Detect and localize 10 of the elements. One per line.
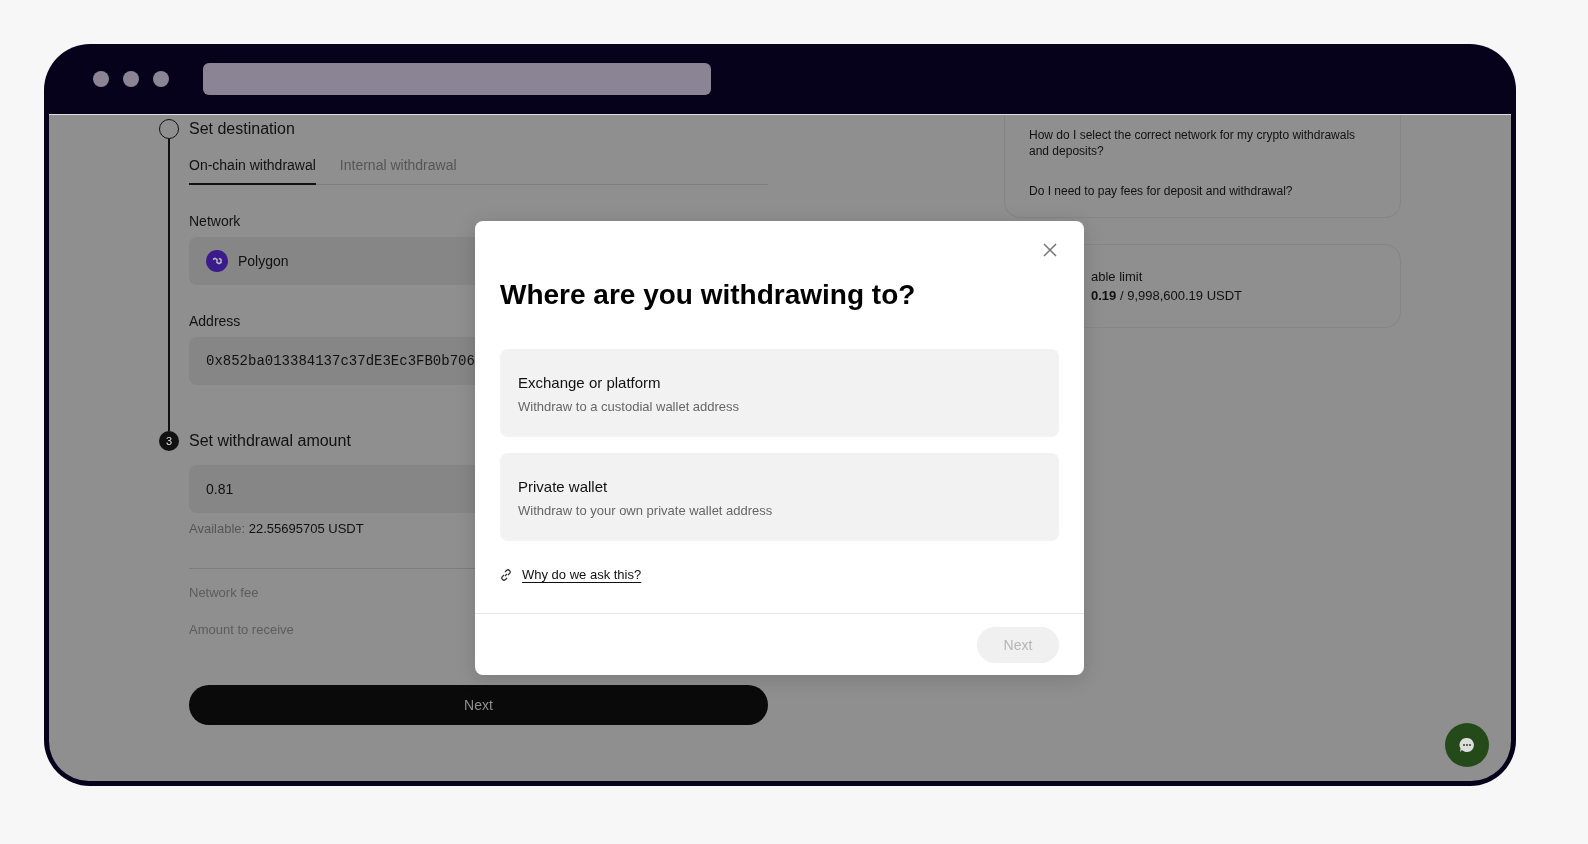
network-value: Polygon	[238, 253, 289, 269]
limit-value: 0.19 / 9,998,600.19 USDT	[1091, 288, 1244, 303]
limit-label: able limit	[1091, 269, 1144, 284]
field-label: Address	[189, 313, 242, 329]
step-number: 3	[159, 431, 179, 451]
step-title: Set destination	[189, 119, 296, 139]
step-title: Set withdrawal amount	[189, 431, 352, 451]
field-label: Network	[189, 213, 242, 229]
dialog-title: Where are you withdrawing to?	[500, 279, 917, 311]
available-balance: Available: 22.55695705 USDT	[189, 521, 365, 536]
